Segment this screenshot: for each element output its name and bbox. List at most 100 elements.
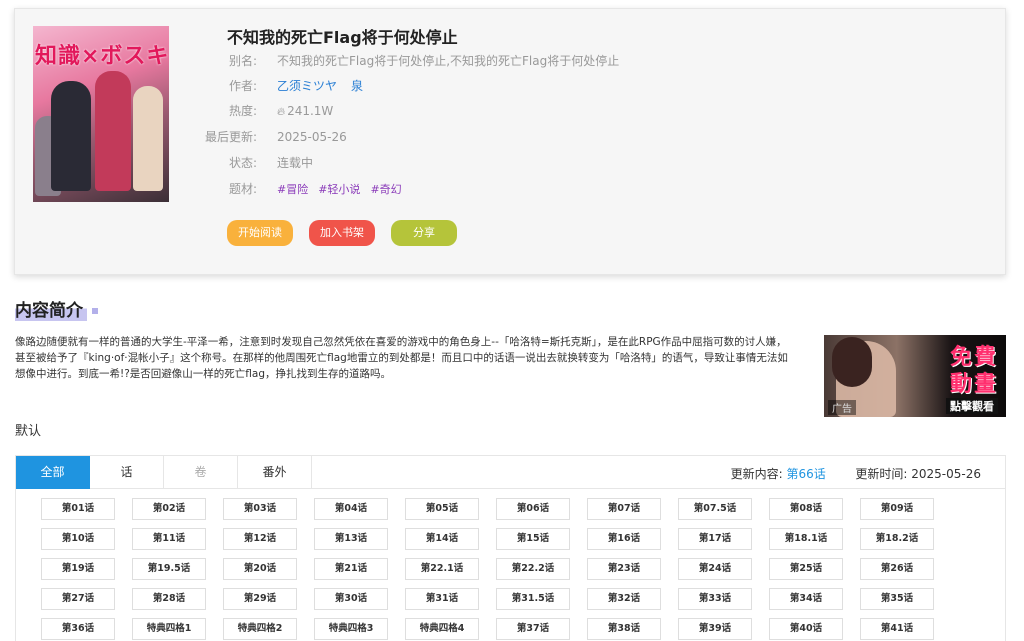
chapter-button[interactable]: 第29话: [223, 588, 297, 610]
flame-icon: 🔥︎: [277, 105, 286, 118]
chapter-button[interactable]: 第33话: [678, 588, 752, 610]
ad-badge: 广告: [828, 400, 856, 415]
add-to-shelf-button[interactable]: 加入书架: [309, 220, 375, 246]
ad-banner[interactable]: 免費 動畫 點擊觀看 广告: [824, 335, 1006, 417]
alias-label: 别名:: [228, 54, 257, 68]
author-label: 作者:: [228, 79, 257, 93]
chapter-button[interactable]: 第01话: [41, 498, 115, 520]
chapter-button[interactable]: 第34话: [769, 588, 843, 610]
genre-tag[interactable]: #奇幻: [370, 183, 401, 196]
chapter-button[interactable]: 第31话: [405, 588, 479, 610]
chapter-button[interactable]: 第20话: [223, 558, 297, 580]
update-content-label: 更新内容:: [730, 467, 783, 481]
heat-label: 热度:: [228, 104, 257, 118]
sort-default-label[interactable]: 默认: [15, 420, 41, 439]
manga-info-card: 知識×ボスキャ 不知我的死亡Flag将于何处停止 别名: 不知我的死亡Flag将…: [14, 8, 1006, 275]
chapter-button[interactable]: 第09话: [860, 498, 934, 520]
cover-figure: [95, 71, 131, 191]
chapter-button[interactable]: 第22.1话: [405, 558, 479, 580]
chapter-button[interactable]: 第26话: [860, 558, 934, 580]
heading-decoration: [92, 308, 98, 314]
manga-title: 不知我的死亡Flag将于何处停止: [227, 28, 458, 47]
chapter-button[interactable]: 第36话: [41, 618, 115, 640]
updated-row: 最后更新: 2025-05-26: [185, 127, 965, 147]
chapter-button[interactable]: 第14话: [405, 528, 479, 550]
chapter-button[interactable]: 第10话: [41, 528, 115, 550]
status-row: 状态: 连载中: [185, 153, 965, 173]
update-info: 更新内容: 第66话 更新时间: 2025-05-26: [731, 465, 981, 482]
chapter-button[interactable]: 第31.5话: [496, 588, 570, 610]
chapter-button[interactable]: 特典四格2: [223, 618, 297, 640]
chapter-button[interactable]: 第28话: [132, 588, 206, 610]
chapter-button[interactable]: 第32话: [587, 588, 661, 610]
chapter-button[interactable]: 第02话: [132, 498, 206, 520]
tab-extras[interactable]: 番外: [238, 456, 312, 489]
cover-figure: [133, 86, 163, 191]
chapter-button[interactable]: 第06话: [496, 498, 570, 520]
alias-value: 不知我的死亡Flag将于何处停止,不知我的死亡Flag将于何处停止: [277, 54, 620, 68]
chapter-button[interactable]: 第22.2话: [496, 558, 570, 580]
chapter-button[interactable]: 第07话: [587, 498, 661, 520]
intro-text: 像路边随便就有一样的普通的大学生-平泽一希，注意到时发现自己忽然凭依在喜爱的游戏…: [15, 336, 788, 380]
chapter-button[interactable]: 第41话: [860, 618, 934, 640]
genre-tag[interactable]: #轻小说: [318, 183, 360, 196]
chapter-button[interactable]: 第23话: [587, 558, 661, 580]
chapter-button[interactable]: 第16话: [587, 528, 661, 550]
chapter-button[interactable]: 特典四格4: [405, 618, 479, 640]
latest-chapter-link[interactable]: 第66话: [786, 467, 825, 481]
ad-cta: 點擊觀看: [946, 398, 998, 414]
chapter-button[interactable]: 第17话: [678, 528, 752, 550]
status-value: 连载中: [277, 156, 314, 170]
updated-label: 最后更新:: [204, 130, 257, 144]
start-reading-button[interactable]: 开始阅读: [227, 220, 293, 246]
chapter-button[interactable]: 第38话: [587, 618, 661, 640]
chapter-tabs: 全部 话 卷 番外: [16, 456, 312, 489]
chapter-button[interactable]: 第39话: [678, 618, 752, 640]
chapter-button[interactable]: 第12话: [223, 528, 297, 550]
chapter-button[interactable]: 第18.2话: [860, 528, 934, 550]
chapter-button[interactable]: 第04话: [314, 498, 388, 520]
chapter-button[interactable]: 第18.1话: [769, 528, 843, 550]
genre-tag[interactable]: #冒险: [277, 183, 308, 196]
chapter-button[interactable]: 第13话: [314, 528, 388, 550]
chapter-button[interactable]: 第27话: [41, 588, 115, 610]
chapter-button[interactable]: 特典四格3: [314, 618, 388, 640]
tab-volumes[interactable]: 卷: [164, 456, 238, 489]
cover-logo-text: 知識×ボスキャ: [35, 44, 169, 69]
chapter-button[interactable]: 第19话: [41, 558, 115, 580]
update-time-label: 更新时间:: [855, 467, 908, 481]
update-time-value: 2025-05-26: [911, 467, 981, 481]
chapter-button[interactable]: 第08话: [769, 498, 843, 520]
chapter-button[interactable]: 第40话: [769, 618, 843, 640]
genre-row: 题材: #冒险 #轻小说 #奇幻: [185, 179, 965, 199]
chapter-panel: 全部 话 卷 番外 更新内容: 第66话 更新时间: 2025-05-26 第0…: [15, 455, 1006, 641]
tab-divider: [312, 488, 1005, 489]
chapter-button[interactable]: 第21话: [314, 558, 388, 580]
chapter-button[interactable]: 第35话: [860, 588, 934, 610]
chapter-button[interactable]: 第07.5话: [678, 498, 752, 520]
author-link[interactable]: 乙须ミツヤ: [277, 79, 337, 93]
chapter-button[interactable]: 第19.5话: [132, 558, 206, 580]
author-row: 作者: 乙须ミツヤ泉: [185, 76, 965, 96]
chapter-button[interactable]: 第37话: [496, 618, 570, 640]
chapter-button[interactable]: 第05话: [405, 498, 479, 520]
tab-all[interactable]: 全部: [16, 456, 90, 489]
author-link[interactable]: 泉: [351, 79, 363, 93]
heat-value: 241.1W: [287, 104, 334, 118]
chapter-button[interactable]: 特典四格1: [132, 618, 206, 640]
share-button[interactable]: 分享: [391, 220, 457, 246]
chapter-button[interactable]: 第03话: [223, 498, 297, 520]
chapter-button[interactable]: 第24话: [678, 558, 752, 580]
intro-heading: 内容简介: [15, 296, 87, 321]
chapter-button[interactable]: 第15话: [496, 528, 570, 550]
cover-image[interactable]: 知識×ボスキャ: [33, 26, 169, 202]
updated-value: 2025-05-26: [277, 130, 347, 144]
ad-headline: 動畫: [949, 372, 998, 397]
genre-label: 题材:: [228, 182, 257, 196]
chapter-button[interactable]: 第25话: [769, 558, 843, 580]
heat-row: 热度: 🔥︎ 241.1W: [185, 101, 965, 121]
chapter-button[interactable]: 第11话: [132, 528, 206, 550]
tab-episodes[interactable]: 话: [90, 456, 164, 489]
status-label: 状态:: [228, 156, 257, 170]
chapter-button[interactable]: 第30话: [314, 588, 388, 610]
